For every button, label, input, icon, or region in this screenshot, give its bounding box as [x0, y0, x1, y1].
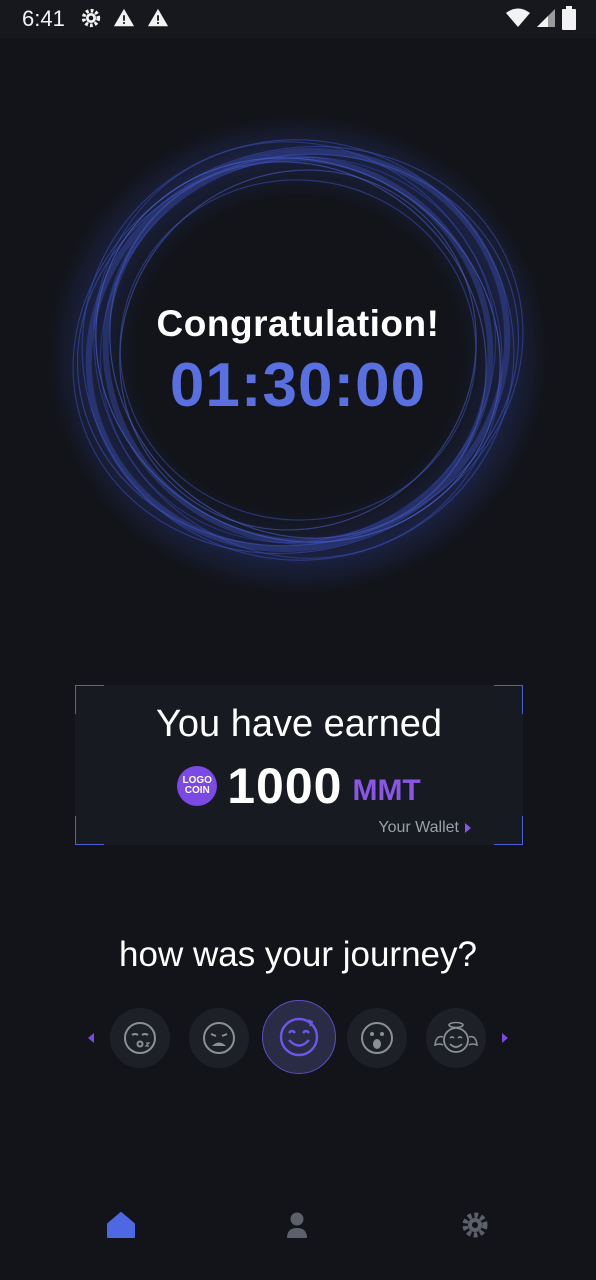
card-corner [494, 816, 523, 845]
mood-option-sad[interactable] [189, 1008, 249, 1068]
nav-home[interactable] [106, 1210, 136, 1240]
nav-profile[interactable] [282, 1210, 312, 1240]
nav-settings[interactable] [460, 1210, 490, 1240]
status-bar: 6:41 [0, 0, 596, 38]
happy-face-icon [279, 1017, 319, 1057]
coin-logo-icon: LOGO COIN [177, 766, 218, 806]
journey-question: how was your journey? [119, 935, 477, 974]
earned-amount-row: LOGO COIN 1000 MMT [75, 757, 523, 815]
sad-face-icon [203, 1022, 235, 1054]
wifi-icon [506, 8, 530, 27]
your-wallet-link[interactable]: Your Wallet [378, 819, 471, 837]
coin-logo-line: COIN [184, 785, 210, 796]
surprised-face-icon [361, 1022, 393, 1054]
earned-title: You have earned [156, 703, 442, 745]
session-timer: 01:30:00 [169, 351, 427, 420]
signal-icon [537, 9, 555, 27]
warning-icon [147, 8, 169, 27]
mood-option-sleepy[interactable] [110, 1008, 170, 1068]
warning-icon [113, 8, 135, 27]
battery-icon [562, 6, 576, 30]
earned-card: You have earned LOGO COIN 1000 MMT Your … [75, 685, 523, 845]
gear-icon [81, 8, 101, 28]
status-time: 6:41 [22, 6, 65, 31]
bottom-navigation [0, 1195, 596, 1255]
mood-option-angel[interactable] [426, 1008, 486, 1068]
sleepy-face-icon [124, 1022, 156, 1054]
scroll-right-icon[interactable] [502, 1033, 508, 1043]
mood-selector [0, 1000, 596, 1076]
congratulation-title: Congratulation! [156, 303, 440, 344]
your-wallet-label: Your Wallet [378, 819, 459, 836]
home-icon [107, 1212, 135, 1238]
earned-amount: 1000 [227, 758, 343, 814]
angel-face-icon [434, 1021, 478, 1053]
scroll-left-icon[interactable] [88, 1033, 94, 1043]
settings-icon [462, 1212, 488, 1238]
profile-icon [287, 1212, 307, 1238]
earned-currency: MMT [352, 774, 421, 807]
card-corner [75, 816, 104, 845]
chevron-right-icon [465, 823, 471, 833]
mood-option-happy[interactable] [262, 1000, 336, 1074]
app-screen: 6:41 Congratulation! 01:30:00 You have e… [0, 0, 596, 1280]
mood-option-surprised[interactable] [347, 1008, 407, 1068]
